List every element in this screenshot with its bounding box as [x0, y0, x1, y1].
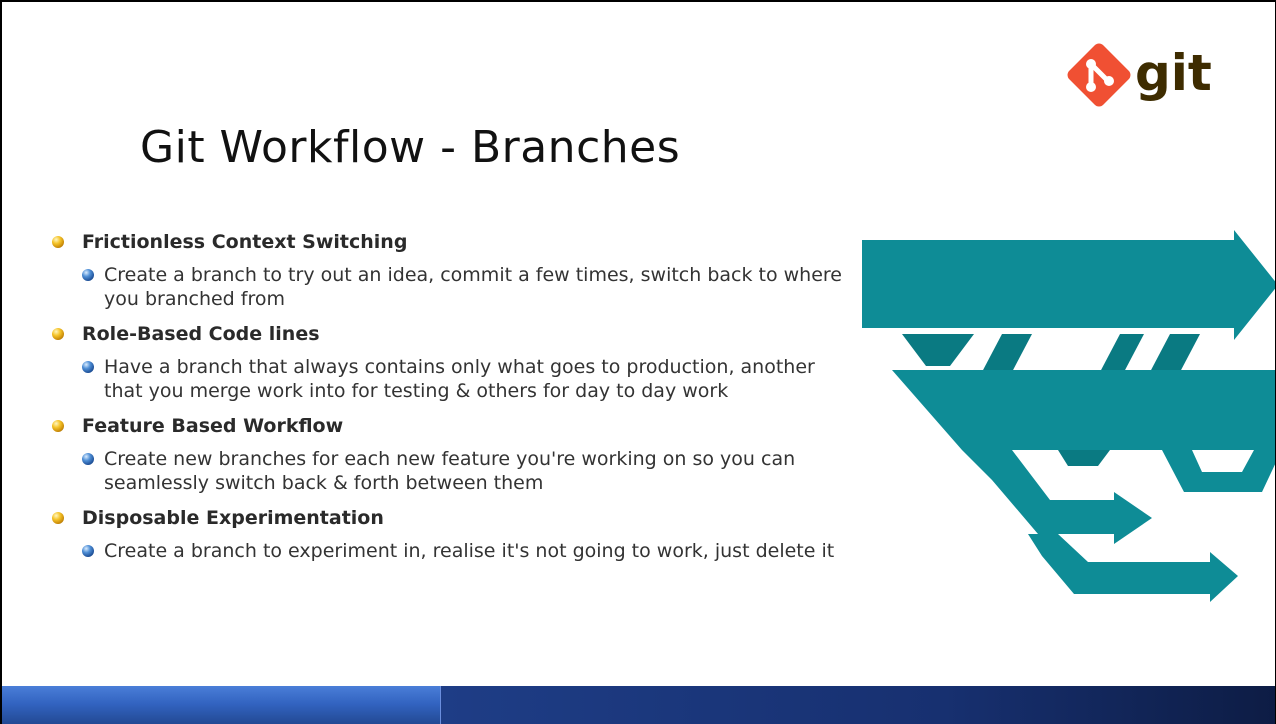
gold-orb-icon	[52, 236, 64, 248]
footer-right-panel	[440, 686, 1275, 724]
sub-bullet-text: Create new branches for each new feature…	[104, 448, 796, 494]
sub-bullet-item: Create a branch to experiment in, realis…	[52, 539, 852, 563]
slide: git Git Workflow - Branches Frictionless…	[0, 0, 1276, 724]
sub-bullet-text: Create a branch to experiment in, realis…	[104, 540, 835, 562]
blue-orb-icon	[82, 269, 94, 281]
blue-orb-icon	[82, 453, 94, 465]
bullet-item: Frictionless Context Switching Create a …	[52, 227, 852, 311]
sub-bullet-item: Have a branch that always contains only …	[52, 355, 852, 403]
git-wordmark: git	[1135, 44, 1212, 102]
footer-bar	[2, 686, 1275, 724]
branch-diagram-image	[862, 200, 1275, 604]
bullet-item: Role-Based Code lines Have a branch that…	[52, 319, 852, 403]
footer-left-panel	[2, 686, 440, 724]
sub-bullet-text: Have a branch that always contains only …	[104, 356, 815, 402]
git-logo: git	[1067, 43, 1212, 107]
blue-orb-icon	[82, 361, 94, 373]
bullet-item: Feature Based Workflow Create new branch…	[52, 411, 852, 495]
gold-orb-icon	[52, 512, 64, 524]
sub-bullet-text: Create a branch to try out an idea, comm…	[104, 264, 842, 310]
bullet-list: Frictionless Context Switching Create a …	[52, 227, 852, 571]
sub-bullet-item: Create a branch to try out an idea, comm…	[52, 263, 852, 311]
gold-orb-icon	[52, 420, 64, 432]
bullet-item: Disposable Experimentation Create a bran…	[52, 503, 852, 563]
bullet-heading: Feature Based Workflow	[82, 415, 344, 437]
bullet-heading: Disposable Experimentation	[82, 507, 384, 529]
bullet-heading: Role-Based Code lines	[82, 323, 320, 345]
top-arrow	[862, 230, 1275, 340]
slide-title: Git Workflow - Branches	[140, 122, 681, 173]
sub-bullet-item: Create new branches for each new feature…	[52, 447, 852, 495]
bullet-heading: Frictionless Context Switching	[82, 231, 408, 253]
gold-orb-icon	[52, 328, 64, 340]
blue-orb-icon	[82, 545, 94, 557]
